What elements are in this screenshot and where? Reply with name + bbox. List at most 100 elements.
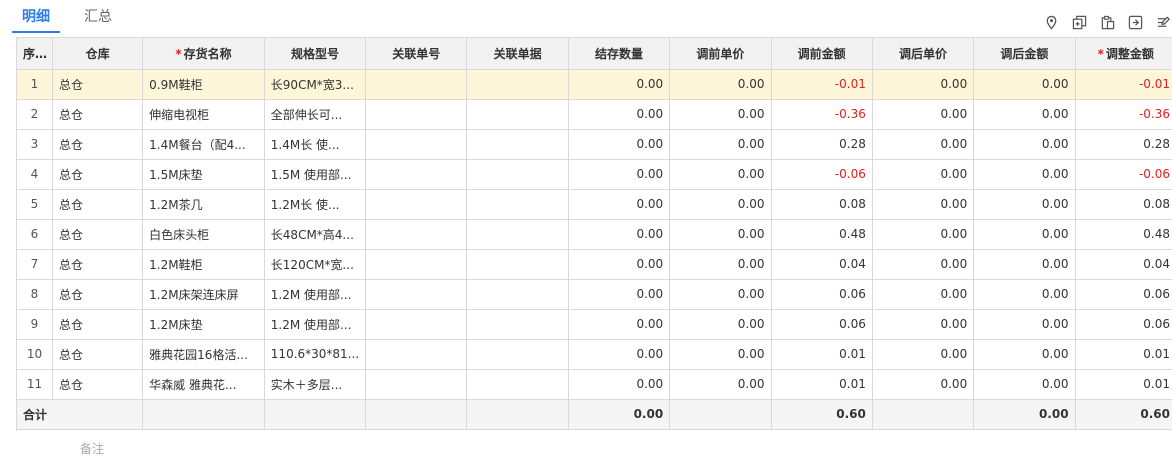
cell-spec[interactable]: 110.6*30*81... bbox=[264, 339, 367, 370]
cell-related-number[interactable] bbox=[365, 309, 468, 340]
cell-spec[interactable]: 1.2M 使用部... bbox=[264, 309, 367, 340]
cell-quantity[interactable]: 0.00 bbox=[568, 189, 671, 220]
header-after-price[interactable]: 调后单价 bbox=[872, 38, 975, 70]
cell-adjust-amount[interactable]: 0.06 bbox=[1075, 279, 1172, 310]
cell-warehouse[interactable]: 总仓 bbox=[52, 219, 144, 250]
cell-after-amount[interactable]: 0.00 bbox=[973, 219, 1076, 250]
cell-related-document[interactable] bbox=[466, 339, 569, 370]
cell-related-number[interactable] bbox=[365, 159, 468, 190]
cell-spec[interactable]: 长90CM*宽3... bbox=[264, 69, 367, 100]
cell-related-number[interactable] bbox=[365, 339, 468, 370]
cell-adjust-amount[interactable]: -0.01 bbox=[1075, 69, 1172, 100]
table-row[interactable]: 3 总仓 1.4M餐台（配4... 1.4M长 使... 0.00 0.00 0.28 0.0… bbox=[17, 129, 1172, 160]
cell-before-price[interactable]: 0.00 bbox=[669, 249, 772, 280]
cell-related-document[interactable] bbox=[466, 249, 569, 280]
cell-spec[interactable]: 1.5M 使用部... bbox=[264, 159, 367, 190]
cell-related-number[interactable] bbox=[365, 189, 468, 220]
cell-warehouse[interactable]: 总仓 bbox=[52, 189, 144, 220]
cell-item-name[interactable]: 1.5M床垫 bbox=[142, 159, 265, 190]
table-row[interactable]: 11 总仓 华森威 雅典花... 实木＋多层... 0.00 0.00 0.01 0.00 0.… bbox=[17, 369, 1172, 400]
cell-adjust-amount[interactable]: -0.36 bbox=[1075, 99, 1172, 130]
table-row[interactable]: 6 总仓 白色床头柜 长48CM*高4... 0.00 0.00 0.48 0.00 0.00 0… bbox=[17, 219, 1172, 250]
cell-quantity[interactable]: 0.00 bbox=[568, 219, 671, 250]
cell-warehouse[interactable]: 总仓 bbox=[52, 339, 144, 370]
cell-item-name[interactable]: 1.2M床垫 bbox=[142, 309, 265, 340]
cell-before-price[interactable]: 0.00 bbox=[669, 279, 772, 310]
cell-before-amount[interactable]: 0.01 bbox=[771, 369, 873, 400]
cell-related-document[interactable] bbox=[466, 309, 569, 340]
cell-quantity[interactable]: 0.00 bbox=[568, 369, 671, 400]
cell-related-document[interactable] bbox=[466, 69, 569, 100]
cell-warehouse[interactable]: 总仓 bbox=[52, 279, 144, 310]
export-icon[interactable] bbox=[1127, 14, 1144, 31]
cell-quantity[interactable]: 0.00 bbox=[568, 69, 671, 100]
cell-after-price[interactable]: 0.00 bbox=[872, 369, 975, 400]
table-row[interactable]: 1 总仓 0.9M鞋柜 长90CM*宽3... 0.00 0.00 -0.01 0.00 0.0… bbox=[17, 69, 1172, 100]
cell-item-name[interactable]: 白色床头柜 bbox=[142, 219, 265, 250]
cell-after-price[interactable]: 0.00 bbox=[872, 129, 975, 160]
cell-before-amount[interactable]: 0.06 bbox=[771, 309, 873, 340]
cell-spec[interactable]: 1.2M长 使... bbox=[264, 189, 367, 220]
cell-warehouse[interactable]: 总仓 bbox=[52, 309, 144, 340]
cell-after-amount[interactable]: 0.00 bbox=[973, 189, 1076, 220]
table-row[interactable]: 9 总仓 1.2M床垫 1.2M 使用部... 0.00 0.00 0.06 0.00 0.00… bbox=[17, 309, 1172, 340]
cell-after-amount[interactable]: 0.00 bbox=[973, 159, 1076, 190]
cell-related-document[interactable] bbox=[466, 189, 569, 220]
settings-icon[interactable] bbox=[1155, 14, 1172, 31]
location-icon[interactable] bbox=[1043, 14, 1060, 31]
cell-after-amount[interactable]: 0.00 bbox=[973, 249, 1076, 280]
cell-item-name[interactable]: 伸缩电视柜 bbox=[142, 99, 265, 130]
cell-item-name[interactable]: 雅典花园16格活... bbox=[142, 339, 265, 370]
cell-item-name[interactable]: 1.2M鞋柜 bbox=[142, 249, 265, 280]
cell-after-amount[interactable]: 0.00 bbox=[973, 129, 1076, 160]
cell-before-price[interactable]: 0.00 bbox=[669, 99, 772, 130]
cell-after-amount[interactable]: 0.00 bbox=[973, 309, 1076, 340]
cell-after-price[interactable]: 0.00 bbox=[872, 339, 975, 370]
cell-after-amount[interactable]: 0.00 bbox=[973, 69, 1076, 100]
cell-adjust-amount[interactable]: 0.08 bbox=[1075, 189, 1172, 220]
cell-warehouse[interactable]: 总仓 bbox=[52, 129, 144, 160]
header-related-document[interactable]: 关联单据 bbox=[466, 38, 569, 70]
cell-before-price[interactable]: 0.00 bbox=[669, 159, 772, 190]
cell-before-price[interactable]: 0.00 bbox=[669, 189, 772, 220]
cell-warehouse[interactable]: 总仓 bbox=[52, 69, 144, 100]
cell-after-price[interactable]: 0.00 bbox=[872, 219, 975, 250]
tab-summary[interactable]: 汇总 bbox=[84, 6, 112, 26]
header-before-price[interactable]: 调前单价 bbox=[669, 38, 772, 70]
cell-before-amount[interactable]: -0.06 bbox=[771, 159, 873, 190]
cell-after-amount[interactable]: 0.00 bbox=[973, 339, 1076, 370]
cell-after-price[interactable]: 0.00 bbox=[872, 189, 975, 220]
cell-warehouse[interactable]: 总仓 bbox=[52, 249, 144, 280]
cell-item-name[interactable]: 1.4M餐台（配4... bbox=[142, 129, 265, 160]
cell-quantity[interactable]: 0.00 bbox=[568, 249, 671, 280]
cell-related-number[interactable] bbox=[365, 99, 468, 130]
header-warehouse[interactable]: 仓库 bbox=[52, 38, 144, 70]
cell-spec[interactable]: 长48CM*高4... bbox=[264, 219, 367, 250]
cell-adjust-amount[interactable]: 0.06 bbox=[1075, 309, 1172, 340]
cell-quantity[interactable]: 0.00 bbox=[568, 99, 671, 130]
cell-adjust-amount[interactable]: 0.01 bbox=[1075, 339, 1172, 370]
cell-item-name[interactable]: 1.2M床架连床屏 bbox=[142, 279, 265, 310]
cell-warehouse[interactable]: 总仓 bbox=[52, 99, 144, 130]
header-related-number[interactable]: 关联单号 bbox=[365, 38, 468, 70]
cell-after-price[interactable]: 0.00 bbox=[872, 309, 975, 340]
cell-quantity[interactable]: 0.00 bbox=[568, 339, 671, 370]
cell-adjust-amount[interactable]: -0.06 bbox=[1075, 159, 1172, 190]
cell-after-price[interactable]: 0.00 bbox=[872, 249, 975, 280]
cell-related-document[interactable] bbox=[466, 279, 569, 310]
header-spec[interactable]: 规格型号 bbox=[264, 38, 367, 70]
cell-after-amount[interactable]: 0.00 bbox=[973, 99, 1076, 130]
cell-warehouse[interactable]: 总仓 bbox=[52, 369, 144, 400]
cell-spec[interactable]: 1.4M长 使... bbox=[264, 129, 367, 160]
header-after-amount[interactable]: 调后金额 bbox=[973, 38, 1076, 70]
cell-related-document[interactable] bbox=[466, 99, 569, 130]
header-adjust-amount[interactable]: * 调整金额 bbox=[1075, 38, 1172, 70]
table-row[interactable]: 7 总仓 1.2M鞋柜 长120CM*宽... 0.00 0.00 0.04 0.00 0.00… bbox=[17, 249, 1172, 280]
cell-before-price[interactable]: 0.00 bbox=[669, 339, 772, 370]
paste-icon[interactable] bbox=[1099, 14, 1116, 31]
cell-quantity[interactable]: 0.00 bbox=[568, 129, 671, 160]
cell-before-price[interactable]: 0.00 bbox=[669, 69, 772, 100]
cell-before-amount[interactable]: -0.01 bbox=[771, 69, 873, 100]
cell-spec[interactable]: 全部伸长可... bbox=[264, 99, 367, 130]
copy-add-icon[interactable] bbox=[1071, 14, 1088, 31]
